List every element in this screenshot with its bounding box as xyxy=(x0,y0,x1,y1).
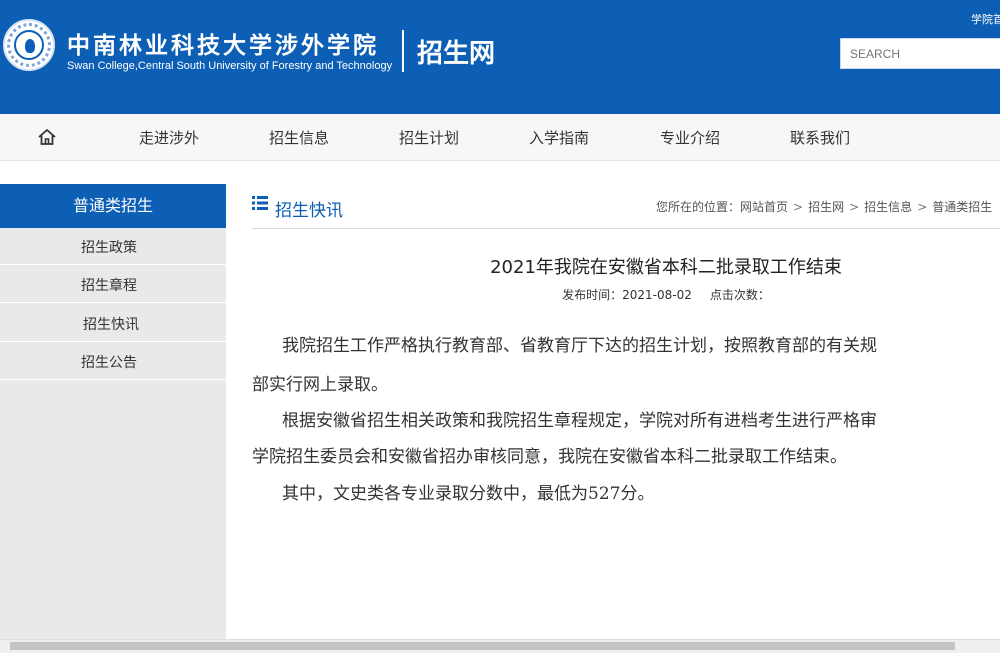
scrollbar-thumb[interactable] xyxy=(10,642,955,650)
nav-item-zhaosheng-info[interactable]: 招生信息 xyxy=(269,127,329,148)
sidebar-title: 普通类招生 xyxy=(0,184,226,228)
breadcrumb-category-link[interactable]: 普通类招生 xyxy=(932,200,992,214)
list-icon xyxy=(252,196,268,210)
breadcrumb-prefix: 您所在的位置： xyxy=(656,200,741,214)
publish-date: 发布时间：2021-08-02 xyxy=(562,288,692,302)
sidebar-item-label: 招生政策 xyxy=(81,240,137,256)
school-logo-icon[interactable] xyxy=(3,19,55,71)
nav-item-contact[interactable]: 联系我们 xyxy=(790,127,850,148)
nav-item-zoujin[interactable]: 走进涉外 xyxy=(139,127,199,148)
header-divider xyxy=(402,30,404,72)
home-icon[interactable] xyxy=(37,127,57,147)
article-paragraph: 学院招生委员会和安徽省招办审核同意，我院在安徽省本科二批录取工作结束。 xyxy=(252,447,847,467)
sidebar-item-notice[interactable]: 招生公告 xyxy=(0,343,226,380)
breadcrumb-home-link[interactable]: 网站首页 xyxy=(740,200,788,214)
article-paragraph: 其中，文史类各专业录取分数中，最低为527分。 xyxy=(282,484,655,504)
article-meta: 发布时间：2021-08-02 点击次数： xyxy=(252,286,1000,303)
sidebar-item-label: 招生快讯 xyxy=(83,317,139,333)
breadcrumb-separator: > xyxy=(793,200,804,214)
breadcrumb-info-link[interactable]: 招生信息 xyxy=(864,200,912,214)
homepage-link[interactable]: 学院首 xyxy=(971,11,1000,27)
article-paragraph: 我院招生工作严格执行教育部、省教育厅下达的招生计划，按照教育部的有关规 xyxy=(282,336,877,356)
sidebar-item-charter[interactable]: 招生章程 xyxy=(0,266,226,303)
sidebar: 普通类招生 招生政策 招生章程 招生快讯 招生公告 xyxy=(0,184,226,642)
nav-item-ruxue-guide[interactable]: 入学指南 xyxy=(529,127,589,148)
section-title: 招生快讯 xyxy=(275,201,343,221)
section-header: 招生快讯 您所在的位置：网站首页 > 招生网 > 招生信息 > 普通类招生 xyxy=(252,184,1000,229)
breadcrumb: 您所在的位置：网站首页 > 招生网 > 招生信息 > 普通类招生 xyxy=(656,198,992,215)
school-name-en: Swan College,Central South University of… xyxy=(67,60,393,72)
search-input[interactable] xyxy=(840,38,1000,69)
view-count: 点击次数： xyxy=(709,288,770,302)
sidebar-item-news[interactable]: 招生快讯 xyxy=(0,305,226,342)
site-header: 中南林业科技大学涉外学院 Swan College,Central South … xyxy=(0,0,1000,114)
breadcrumb-separator: > xyxy=(849,200,860,214)
article-title: 2021年我院在安徽省本科二批录取工作结束 xyxy=(490,257,842,278)
nav-item-zhaosheng-plan[interactable]: 招生计划 xyxy=(399,127,459,148)
breadcrumb-zhaoshengwang-link[interactable]: 招生网 xyxy=(808,200,844,214)
sidebar-item-policy[interactable]: 招生政策 xyxy=(0,228,226,265)
nav-item-majors[interactable]: 专业介绍 xyxy=(660,127,720,148)
school-name-cn[interactable]: 中南林业科技大学涉外学院 xyxy=(67,26,379,60)
article-paragraph: 部实行网上录取。 xyxy=(252,375,388,395)
horizontal-scrollbar[interactable] xyxy=(0,639,1000,653)
breadcrumb-separator: > xyxy=(917,200,928,214)
article-paragraph: 根据安徽省招生相关政策和我院招生章程规定，学院对所有进档考生进行严格审 xyxy=(282,411,877,431)
sidebar-item-label: 招生公告 xyxy=(81,355,137,371)
site-name[interactable]: 招生网 xyxy=(417,33,495,70)
sidebar-item-label: 招生章程 xyxy=(81,278,137,294)
main-nav: 走进涉外 招生信息 招生计划 入学指南 专业介绍 联系我们 xyxy=(0,114,1000,161)
